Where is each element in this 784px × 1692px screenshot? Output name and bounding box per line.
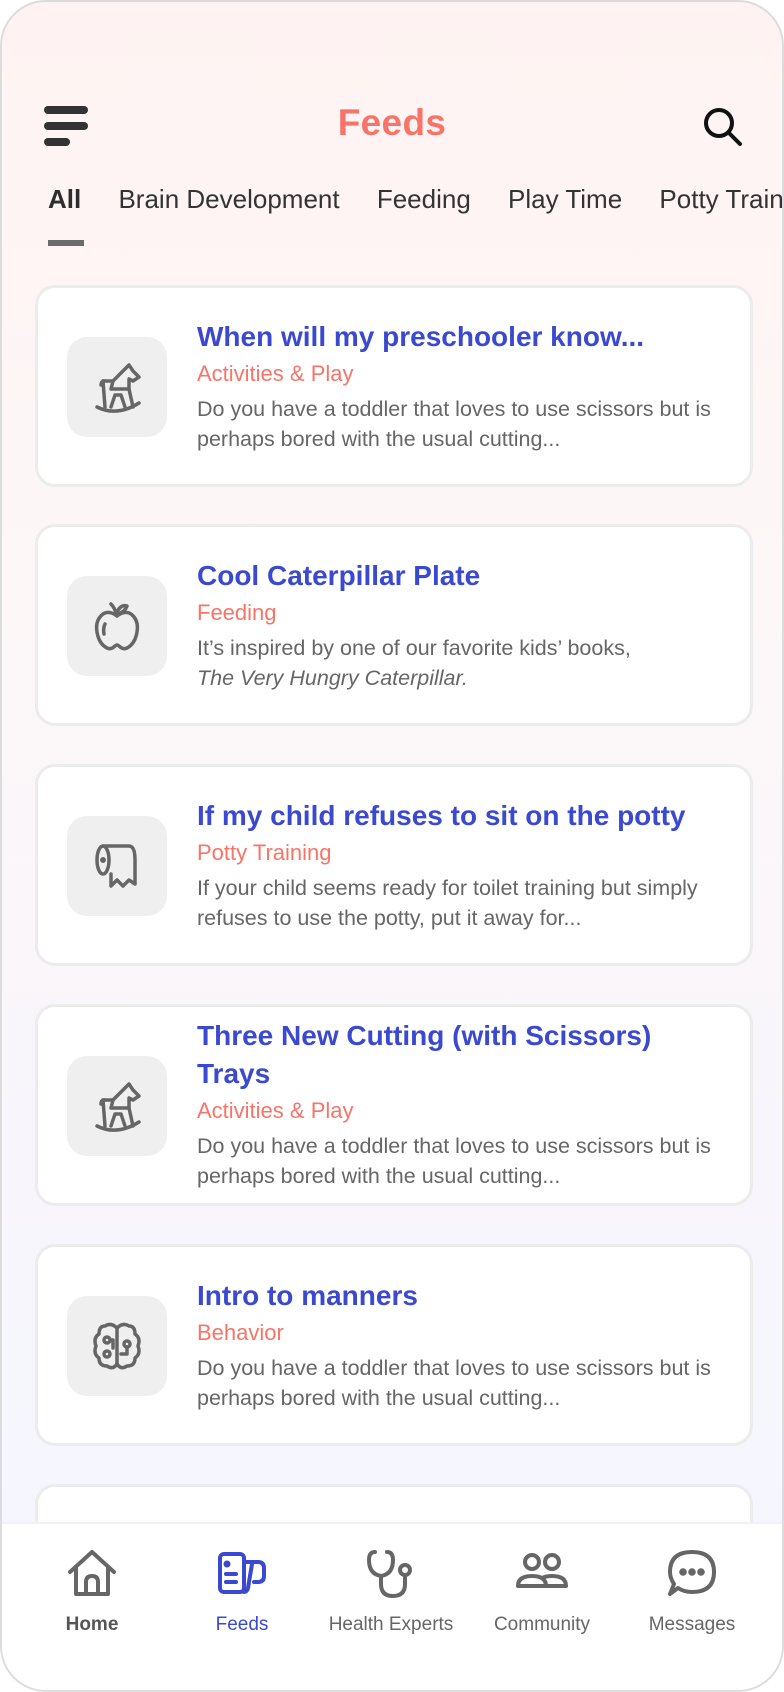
nav-feeds[interactable]: Feeds — [167, 1548, 317, 1636]
card-category: Activities & Play — [197, 1098, 354, 1123]
home-icon — [68, 1550, 116, 1596]
active-tab-indicator — [48, 240, 84, 246]
card-description: Do you have a toddler that loves to use … — [197, 1134, 711, 1188]
brain-icon — [93, 1322, 141, 1370]
category-tabs: All Brain Development Feeding Play Time … — [48, 184, 782, 215]
search-button[interactable] — [698, 102, 746, 150]
rocking-horse-icon — [95, 363, 141, 413]
card-title: Intro to manners — [197, 1280, 418, 1311]
page-title: Feeds — [337, 102, 447, 143]
feeds-icon — [218, 1552, 266, 1594]
card-title: When will my preschooler know... — [197, 321, 645, 352]
nav-home[interactable]: Home — [17, 1548, 167, 1636]
tab-brain-development[interactable]: Brain Development — [118, 184, 339, 215]
card-icon-tile — [67, 1056, 167, 1156]
tab-play-time[interactable]: Play Time — [508, 184, 622, 215]
card-description: If your child seems ready for toilet tra… — [197, 876, 698, 930]
card-category: Behavior — [197, 1320, 284, 1345]
card-icon-tile — [67, 1296, 167, 1396]
chat-bubble-icon — [668, 1550, 716, 1596]
card-category: Potty Training — [197, 840, 332, 865]
tab-all[interactable]: All — [48, 184, 81, 215]
card-title: If my child refuses to sit on the potty — [197, 800, 686, 831]
card-icon-tile — [67, 337, 167, 437]
app-screen: Feeds All Brain Development Feeding Play… — [0, 0, 784, 1692]
card-title: Cool Caterpillar Plate — [197, 560, 481, 591]
card-description: Do you have a toddler that loves to use … — [197, 397, 711, 451]
card-category: Feeding — [197, 600, 277, 625]
nav-community[interactable]: Community — [467, 1548, 617, 1636]
card-title: Three New Cutting (with Scissors) Trays — [197, 1020, 652, 1089]
apple-icon — [94, 602, 140, 651]
feed-card[interactable]: Three New Cutting (with Scissors) Trays … — [35, 1004, 753, 1206]
toilet-paper-icon — [95, 844, 137, 888]
community-icon — [516, 1553, 568, 1588]
card-description: Do you have a toddler that loves to use … — [197, 1356, 711, 1410]
search-icon — [704, 108, 742, 146]
feed-card[interactable]: Intro to manners Behavior Do you have a … — [35, 1244, 753, 1446]
bottom-navigation: Home Feeds Health Experts Community Mess… — [2, 1522, 782, 1690]
tab-potty-training[interactable]: Potty Training — [659, 184, 782, 215]
feed-card[interactable]: If my child refuses to sit on the potty … — [35, 764, 753, 966]
card-icon-tile — [67, 816, 167, 916]
feed-card[interactable]: When will my preschooler know... Activit… — [35, 285, 753, 487]
card-category: Activities & Play — [197, 361, 354, 386]
tab-feeding[interactable]: Feeding — [377, 184, 471, 215]
nav-health-experts[interactable]: Health Experts — [316, 1548, 466, 1636]
nav-messages[interactable]: Messages — [617, 1548, 767, 1636]
rocking-horse-icon — [95, 1082, 141, 1132]
feed-card[interactable]: Cool Caterpillar Plate Feeding It’s insp… — [35, 524, 753, 726]
stethoscope-icon — [367, 1550, 412, 1598]
card-description: It’s inspired by one of our favorite kid… — [197, 636, 631, 690]
card-icon-tile — [67, 576, 167, 676]
